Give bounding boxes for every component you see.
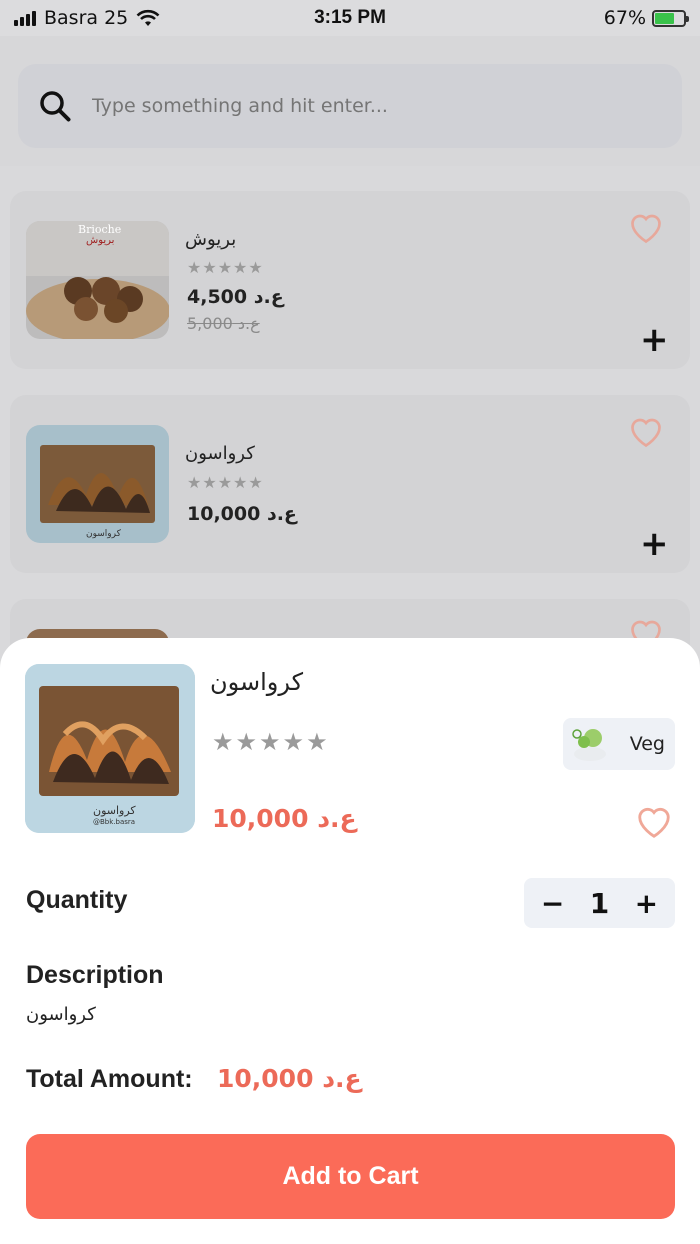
status-left: Basra 25	[14, 7, 160, 29]
veg-badge: Veg	[563, 718, 675, 770]
status-bar: Basra 25 3:15 PM 67%	[0, 0, 700, 36]
total-label: Total Amount:	[26, 1065, 193, 1093]
description-text: كرواسون	[26, 1004, 96, 1025]
quantity-stepper: − 1 +	[524, 878, 675, 928]
search-section	[0, 36, 700, 166]
product-old-price: ع.د 5,000	[187, 314, 260, 333]
product-card[interactable]: Brioche بريوش بريوش ★★★★★ ع.د 4,500 ع.د …	[10, 191, 690, 369]
search-bar[interactable]	[18, 64, 682, 148]
product-name: كرواسون	[185, 443, 255, 464]
signal-icon	[14, 10, 36, 26]
quantity-value: 1	[589, 886, 610, 920]
product-image: كرواسون	[26, 425, 169, 543]
favorite-heart-icon[interactable]	[635, 804, 673, 840]
total-value: ع.د 10,000	[217, 1064, 362, 1093]
battery-icon	[652, 9, 689, 27]
veg-label: Veg	[629, 733, 665, 755]
product-price: ع.د 10,000	[187, 503, 297, 525]
quantity-label: Quantity	[26, 886, 128, 914]
description-heading: Description	[26, 961, 164, 989]
increase-button[interactable]: +	[626, 887, 666, 920]
heart-icon[interactable]	[628, 211, 664, 245]
status-right: 67%	[603, 7, 689, 29]
product-title: كرواسون	[210, 668, 304, 696]
battery-percent: 67%	[603, 7, 646, 29]
image-label-ar: بريوش	[86, 235, 115, 246]
decrease-button[interactable]: −	[533, 887, 573, 920]
product-price: ع.د 4,500	[187, 286, 284, 308]
add-icon[interactable]: +	[640, 323, 669, 357]
add-icon[interactable]: +	[640, 527, 669, 561]
rating-stars: ★★★★★	[187, 473, 264, 492]
product-image: Brioche بريوش	[26, 221, 169, 339]
product-card[interactable]: كرواسون كرواسون ★★★★★ ع.د 10,000 +	[10, 395, 690, 573]
image-label: كرواسون	[86, 529, 121, 539]
product-detail-image: كرواسون @Bbk.basra	[25, 664, 195, 833]
wifi-icon	[136, 9, 160, 26]
veg-icon	[572, 729, 606, 761]
image-handle: @Bbk.basra	[93, 818, 136, 826]
product-name: بريوش	[185, 229, 237, 250]
add-to-cart-button[interactable]: Add to Cart	[26, 1134, 675, 1219]
carrier-label: Basra 25	[44, 7, 129, 29]
heart-icon[interactable]	[628, 415, 664, 449]
product-detail-sheet: كرواسون @Bbk.basra كرواسون ★★★★★ ع.د 10,…	[0, 638, 700, 1244]
search-icon[interactable]	[38, 89, 72, 123]
rating-stars: ★★★★★	[212, 728, 330, 756]
search-input[interactable]	[92, 95, 612, 117]
rating-stars: ★★★★★	[187, 258, 264, 277]
image-caption: كرواسون	[93, 804, 136, 817]
product-price: ع.د 10,000	[212, 804, 357, 833]
